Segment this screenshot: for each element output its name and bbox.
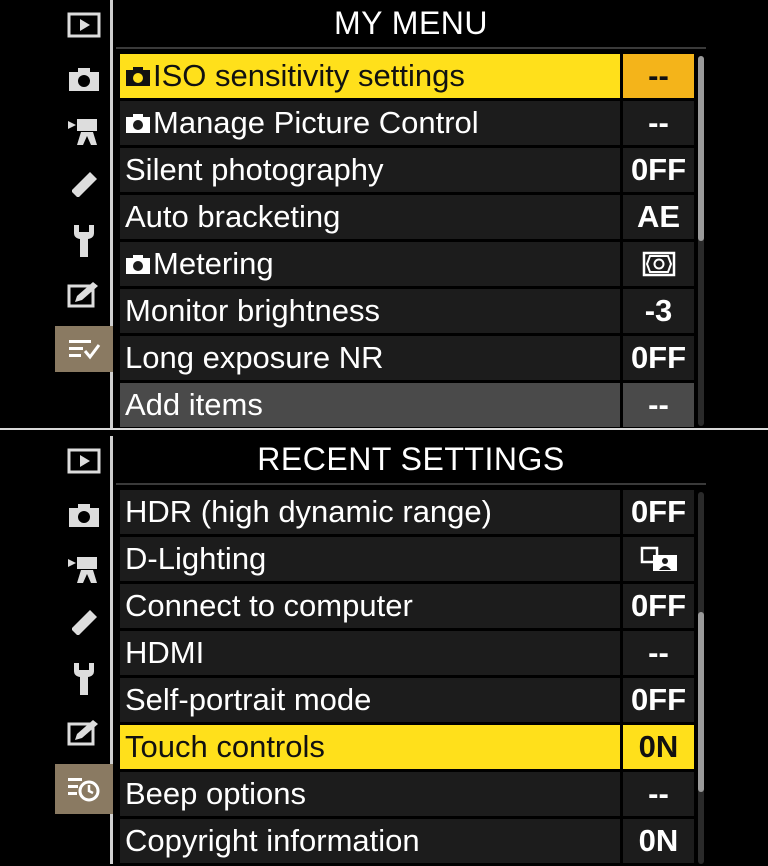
- list-item[interactable]: Self-portrait mode 0FF: [120, 678, 694, 725]
- list-item[interactable]: Long exposure NR 0FF: [120, 336, 694, 383]
- row-label: HDR (high dynamic range): [120, 490, 620, 534]
- row-value: AE: [623, 195, 694, 239]
- row-value: [623, 242, 694, 286]
- list-item[interactable]: Monitor brightness -3: [120, 289, 694, 336]
- scrollbar-thumb[interactable]: [698, 612, 704, 792]
- row-value: 0FF: [623, 584, 694, 628]
- row-label-text: Manage Picture Control: [153, 105, 479, 140]
- my-menu-icon[interactable]: [55, 326, 113, 372]
- recent-settings-icon[interactable]: [55, 764, 113, 814]
- camera-icon[interactable]: [55, 492, 113, 538]
- my-menu-panel: MY MENU ISO sensitivity settings -- Mana…: [0, 0, 768, 428]
- matrix-metering-icon: [642, 251, 675, 277]
- row-label: Connect to computer: [120, 584, 620, 628]
- list-item[interactable]: Metering: [120, 242, 694, 289]
- list-item[interactable]: Touch controls 0N: [120, 725, 694, 772]
- menu-list: ISO sensitivity settings -- Manage Pictu…: [120, 54, 694, 430]
- row-label: Add items: [120, 383, 620, 427]
- page-title: RECENT SETTINGS: [257, 440, 565, 477]
- row-label: HDMI: [120, 631, 620, 675]
- camera-prefix-icon: [126, 114, 150, 133]
- title-divider: [116, 483, 706, 485]
- row-value: 0N: [623, 725, 694, 769]
- row-value: --: [623, 383, 694, 427]
- row-value: 0FF: [623, 148, 694, 192]
- row-label: Metering: [120, 242, 620, 286]
- menu-list: HDR (high dynamic range) 0FF D-Lighting …: [120, 490, 694, 866]
- list-item[interactable]: Auto bracketing AE: [120, 195, 694, 242]
- retouch-icon[interactable]: [55, 710, 113, 756]
- panel-divider: [0, 428, 768, 436]
- row-label: Auto bracketing: [120, 195, 620, 239]
- row-value: 0FF: [623, 490, 694, 534]
- list-item[interactable]: Add items --: [120, 383, 694, 430]
- list-item[interactable]: Manage Picture Control --: [120, 101, 694, 148]
- row-label: D-Lighting: [120, 537, 620, 581]
- scrollbar[interactable]: [698, 56, 704, 426]
- title-divider: [116, 47, 706, 49]
- row-label: Manage Picture Control: [120, 101, 620, 145]
- row-label: Long exposure NR: [120, 336, 620, 380]
- row-label: Monitor brightness: [120, 289, 620, 333]
- row-label: Self-portrait mode: [120, 678, 620, 722]
- row-value: --: [623, 54, 694, 98]
- camera-prefix-icon: [126, 67, 150, 86]
- pencil-icon[interactable]: [55, 162, 113, 208]
- scrollbar-thumb[interactable]: [698, 56, 704, 241]
- row-label: ISO sensitivity settings: [120, 54, 620, 98]
- list-item[interactable]: Copyright information 0N: [120, 819, 694, 866]
- list-item[interactable]: HDR (high dynamic range) 0FF: [120, 490, 694, 537]
- wrench-icon[interactable]: [55, 656, 113, 702]
- row-label: Silent photography: [120, 148, 620, 192]
- menu-sidebar: [0, 0, 113, 428]
- row-value: --: [623, 101, 694, 145]
- row-value: -3: [623, 289, 694, 333]
- movie-camera-icon[interactable]: [55, 108, 113, 154]
- camera-icon[interactable]: [55, 56, 113, 102]
- row-label: Beep options: [120, 772, 620, 816]
- row-label-text: Metering: [153, 246, 274, 281]
- recent-settings-panel: RECENT SETTINGS HDR (high dynamic range)…: [0, 436, 768, 864]
- row-value: 0FF: [623, 336, 694, 380]
- row-value: 0N: [623, 819, 694, 863]
- row-label: Copyright information: [120, 819, 620, 863]
- row-value: 0FF: [623, 678, 694, 722]
- wrench-icon[interactable]: [55, 218, 113, 264]
- d-lighting-icon: [640, 546, 677, 571]
- movie-camera-icon[interactable]: [55, 546, 113, 592]
- playback-icon[interactable]: [55, 2, 113, 48]
- row-value: --: [623, 631, 694, 675]
- row-value: --: [623, 772, 694, 816]
- menu-sidebar: [0, 436, 113, 864]
- page-title: MY MENU: [333, 4, 489, 41]
- list-item[interactable]: ISO sensitivity settings --: [120, 54, 694, 101]
- list-item[interactable]: HDMI --: [120, 631, 694, 678]
- row-label: Touch controls: [120, 725, 620, 769]
- camera-prefix-icon: [126, 255, 150, 274]
- list-item[interactable]: Connect to computer 0FF: [120, 584, 694, 631]
- row-value: [623, 537, 694, 581]
- list-item[interactable]: Silent photography 0FF: [120, 148, 694, 195]
- row-label-text: ISO sensitivity settings: [153, 58, 465, 93]
- scrollbar[interactable]: [698, 492, 704, 864]
- list-item[interactable]: Beep options --: [120, 772, 694, 819]
- list-item[interactable]: D-Lighting: [120, 537, 694, 584]
- pencil-icon[interactable]: [55, 600, 113, 646]
- playback-icon[interactable]: [55, 438, 113, 484]
- retouch-icon[interactable]: [55, 272, 113, 318]
